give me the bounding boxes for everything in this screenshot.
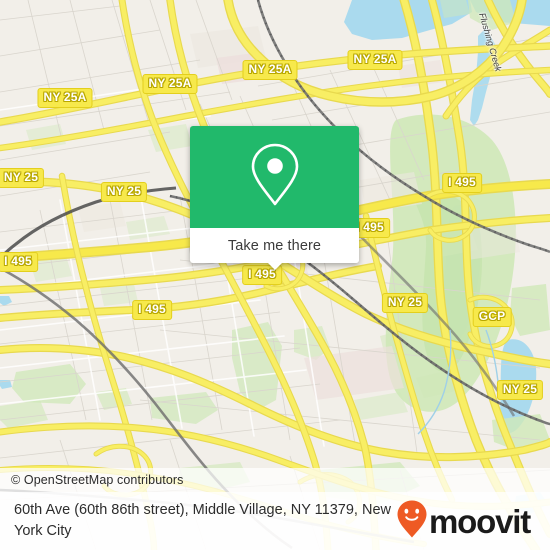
address-block: 60th Ave (60th 86th street), Middle Vill…: [14, 500, 396, 542]
take-me-there-button[interactable]: Take me there: [190, 228, 359, 270]
osm-attribution-text[interactable]: © OpenStreetMap contributors: [11, 473, 184, 487]
moovit-wordmark: moovit: [429, 502, 531, 540]
road-shield-label: NY 25A: [142, 74, 198, 94]
road-shield-label: NY 25: [0, 168, 45, 188]
take-me-there-label: Take me there: [227, 237, 322, 254]
footer-bar: 60th Ave (60th 86th street), Middle Vill…: [0, 492, 550, 550]
popup-pin-area: [190, 126, 359, 228]
road-shield-label: NY 25A: [37, 88, 93, 108]
road-shield-label: NY 25: [496, 380, 544, 400]
road-shield-label: I 495: [442, 173, 482, 193]
road-shield-label: NY 25A: [242, 60, 298, 80]
road-shield-label: GCP: [472, 307, 512, 327]
moovit-map-screenshot: .land { fill:#f2efe9; } .water { fill:#a…: [0, 0, 550, 550]
address-line-1: 60th Ave (60th 86th street), Middle Vill…: [14, 502, 311, 518]
moovit-logo[interactable]: moovit: [396, 499, 531, 544]
popup-tail-pointer: [266, 262, 283, 270]
map-attribution-bar: © OpenStreetMap contributors: [0, 468, 550, 492]
road-shield-label: NY 25: [100, 182, 148, 202]
moovit-pin-icon: [396, 499, 428, 544]
road-shield-label: I 495: [0, 252, 38, 272]
road-shield-label: I 495: [132, 300, 172, 320]
road-shield-label: NY 25: [381, 293, 429, 313]
destination-popup-card[interactable]: Take me there: [190, 126, 359, 270]
road-shield-label: NY 25A: [347, 50, 403, 70]
map-pin-icon: [247, 141, 303, 214]
